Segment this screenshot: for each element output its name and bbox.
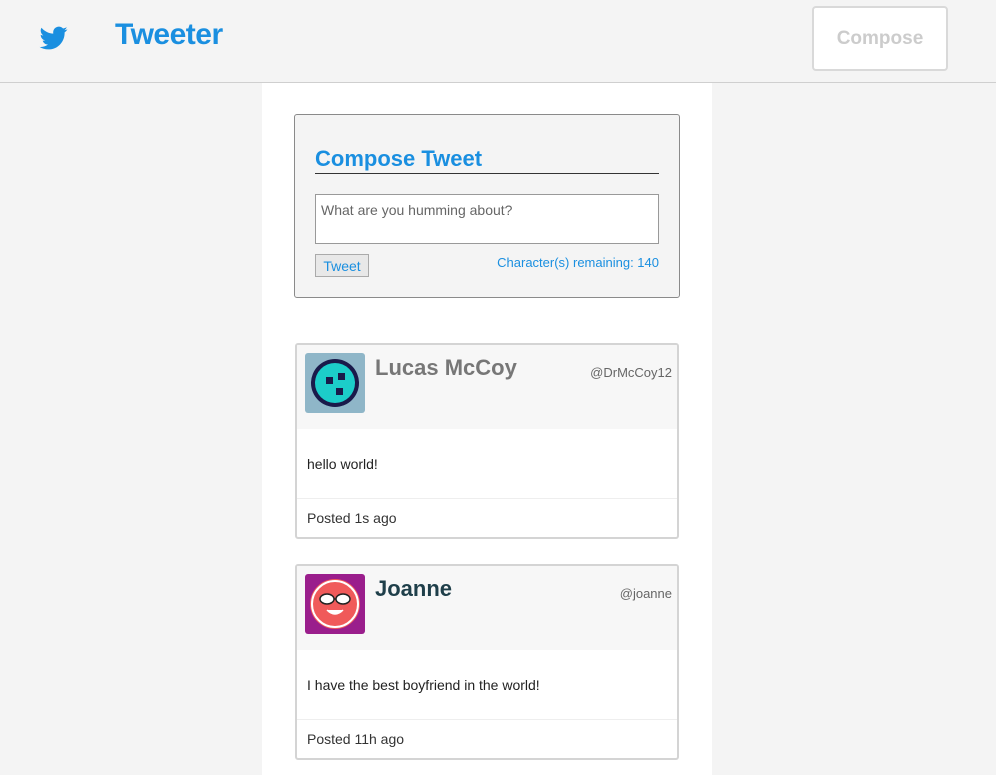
tweet-author-name: Joanne	[375, 576, 453, 601]
tweet-author-handle: @DrMcCoy12	[590, 365, 672, 380]
tweet-author-name: Lucas McCoy	[375, 355, 517, 380]
top-navbar: Tweeter Compose	[0, 0, 996, 83]
compose-tweet-heading: Compose Tweet	[315, 145, 659, 174]
character-counter: Character(s) remaining: 140	[497, 255, 659, 270]
tweet-content: I have the best boyfriend in the world!	[297, 650, 677, 720]
tweet-timestamp: Posted 11h ago	[307, 731, 405, 747]
tweet-content: hello world!	[297, 429, 677, 499]
compose-button[interactable]: Compose	[812, 6, 948, 71]
app-title[interactable]: Tweeter	[115, 18, 223, 52]
tweet-header: Joanne @joanne	[297, 566, 677, 650]
tweet-header: Lucas McCoy @DrMcCoy12	[297, 345, 677, 429]
main-content: Compose Tweet Tweet Character(s) remaini…	[262, 83, 712, 775]
robot-face-avatar-icon	[305, 353, 365, 413]
tweet-text-input[interactable]	[315, 194, 659, 244]
tweet-submit-button[interactable]: Tweet	[315, 254, 369, 277]
sunglasses-face-avatar-icon	[305, 574, 365, 634]
twitter-bird-icon[interactable]	[38, 24, 70, 52]
compose-tweet-box: Compose Tweet Tweet Character(s) remaini…	[294, 114, 680, 298]
tweet-author-handle: @joanne	[619, 586, 672, 601]
tweet-card: Lucas McCoy @DrMcCoy12 hello world! Post…	[295, 343, 679, 539]
tweet-timestamp: Posted 1s ago	[307, 510, 397, 526]
tweet-card: Joanne @joanne I have the best boyfriend…	[295, 564, 679, 760]
